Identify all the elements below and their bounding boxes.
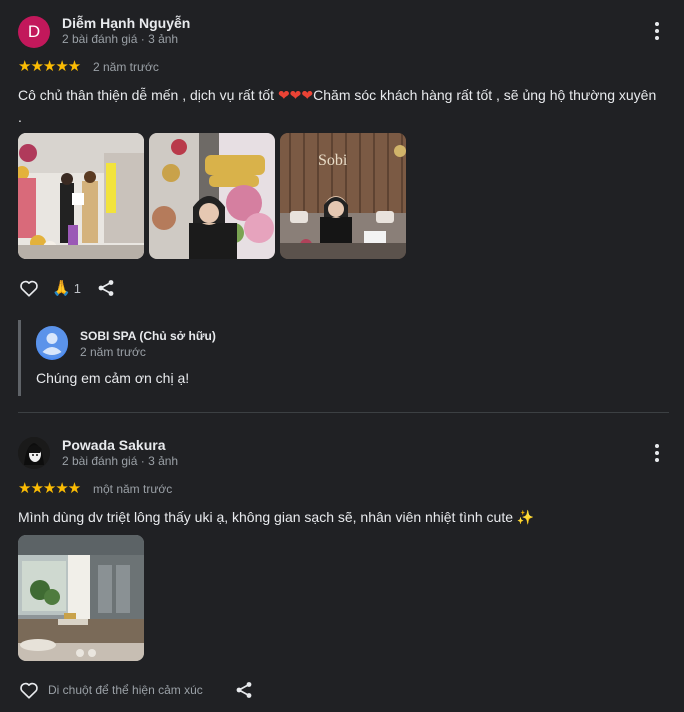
star-rating: ★★★★★ <box>18 58 81 75</box>
review-card: D Diễm Hạnh Nguyễn 2 bài đánh giá · 3 ản… <box>0 0 684 412</box>
avatar-letter: D <box>27 22 41 41</box>
more-options-button[interactable] <box>645 19 669 43</box>
review-text: Mình dùng dv triệt lông thấy uki ạ, khôn… <box>18 509 535 525</box>
review-card: Powada Sakura 2 bài đánh giá · 3 ảnh ★★★… <box>0 412 684 712</box>
review-text: Cô chủ thân thiện dễ mến , dịch vụ rất t… <box>18 84 658 128</box>
review-photo[interactable] <box>18 133 144 259</box>
review-text-part1: Cô chủ thân thiện dễ mến , dịch vụ rất t… <box>18 87 278 103</box>
review-actions: Di chuột để thể hiện cảm xúc <box>18 679 255 701</box>
star-rating: ★★★★★ <box>18 480 81 497</box>
reviewer-name[interactable]: Diễm Hạnh Nguyễn <box>62 15 190 31</box>
avatar[interactable]: D <box>18 16 50 48</box>
reaction-emoji[interactable]: 🙏 <box>52 279 71 297</box>
reaction-count: 1 <box>73 280 81 296</box>
review-photo[interactable] <box>149 133 275 259</box>
owner-avatar[interactable] <box>36 325 68 363</box>
svg-text:Sobi: Sobi <box>318 152 348 169</box>
review-photo[interactable]: Sobi <box>280 133 406 259</box>
review-time: 2 năm trước <box>93 60 159 74</box>
more-vert-icon <box>655 22 659 40</box>
review-time: một năm trước <box>93 482 173 496</box>
reaction-hint: Di chuột để thể hiện cảm xúc <box>48 683 203 697</box>
avatar[interactable] <box>18 437 50 469</box>
heart-emoji: ❤❤❤ <box>277 87 314 103</box>
more-options-button[interactable] <box>645 441 669 465</box>
reply-time: 2 năm trước <box>80 345 146 359</box>
reviewer-meta: 2 bài đánh giá · 3 ảnh <box>62 32 179 46</box>
review-photo[interactable] <box>18 535 144 661</box>
person-icon <box>36 325 68 363</box>
more-vert-icon <box>655 444 659 462</box>
reviewer-meta: 2 bài đánh giá · 3 ảnh <box>62 454 179 468</box>
heart-outline-icon[interactable] <box>18 679 40 701</box>
reply-text: Chúng em cảm ơn chị ạ! <box>36 370 190 386</box>
reply-divider-bar <box>18 320 21 396</box>
review-actions: 🙏 1 <box>18 277 117 299</box>
share-icon[interactable] <box>95 277 117 299</box>
reviewer-name[interactable]: Powada Sakura <box>62 437 166 453</box>
heart-outline-icon[interactable] <box>18 277 40 299</box>
owner-name: SOBI SPA (Chủ sở hữu) <box>80 329 216 343</box>
share-icon[interactable] <box>233 679 255 701</box>
